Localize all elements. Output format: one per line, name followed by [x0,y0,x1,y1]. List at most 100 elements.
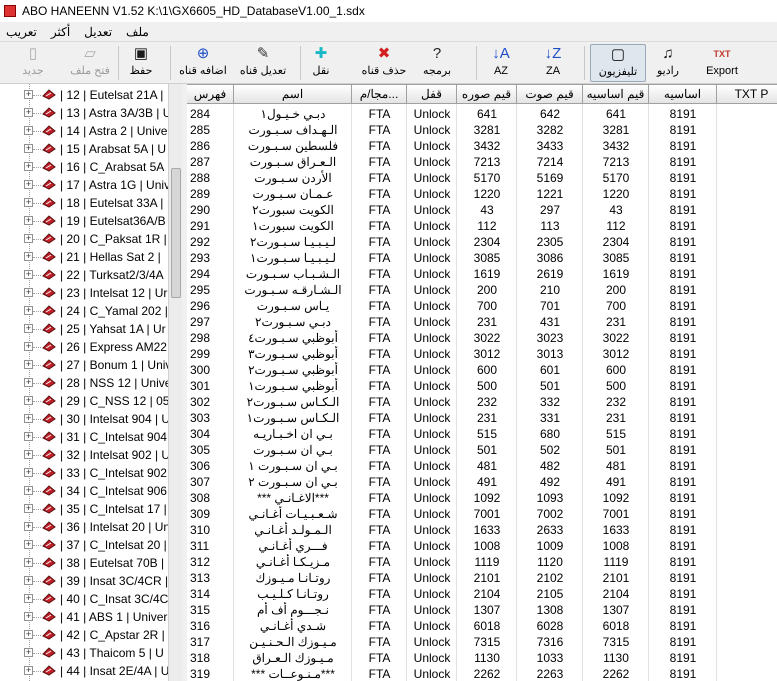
table-row[interactable]: 319 ***مـنـوعــات *** FTA Unlock 2262 2263 226… [187,666,777,681]
table-row[interactable]: 318 مـيـوزك الـعـراق FTA Unlock 1130 1033 1130… [187,650,777,666]
expand-plus-icon[interactable]: + [24,630,33,639]
expand-plus-icon[interactable]: + [24,126,33,135]
column-base[interactable]: اساسيه [649,84,717,104]
expand-plus-icon[interactable]: + [24,396,33,405]
column-pcr-pid[interactable]: قيم اساسيه [583,84,649,104]
expand-plus-icon[interactable]: + [24,450,33,459]
expand-plus-icon[interactable]: + [24,324,33,333]
table-row[interactable]: 292 لـيـبـيـا سـبـورت٢ FTA Unlock 2304 2305 23… [187,234,777,250]
expand-plus-icon[interactable]: + [24,666,33,675]
table-row[interactable]: 300 أبوظبي سـبـورت٢ FTA Unlock 600 601 600 8191 [187,362,777,378]
expand-plus-icon[interactable]: + [24,252,33,261]
edit-channel-button[interactable]: ✎ تعديل قناه [232,44,294,82]
tree-item-satellite[interactable]: + | 39 | Insat 3C/4CR | [0,572,168,590]
expand-plus-icon[interactable]: + [24,504,33,513]
expand-plus-icon[interactable]: + [24,522,33,531]
tree-item-satellite[interactable]: + | 29 | C_NSS 12 | 051 [0,392,176,410]
expand-plus-icon[interactable]: + [24,108,33,117]
tree-item-satellite[interactable]: + | 41 | ABS 1 | Univer [0,608,168,626]
expand-plus-icon[interactable]: + [24,576,33,585]
sort-az-button[interactable]: ↓A AZ [484,44,518,82]
table-row[interactable]: 316 شـدي أغـانـي FTA Unlock 6018 6028 6018 8191 [187,618,777,634]
tree-item-satellite[interactable]: + | 26 | Express AM22 [0,338,168,356]
table-row[interactable]: 305 بـي ان سـبـورت FTA Unlock 501 502 501 8191 [187,442,777,458]
expand-plus-icon[interactable]: + [24,558,33,567]
tree-item-satellite[interactable]: + | 28 | NSS 12 | Unive [0,374,171,392]
tree-item-satellite[interactable]: + | 17 | Astra 1G | Univ [0,176,170,194]
tree-item-satellite[interactable]: + | 30 | Intelsat 904 | U [0,410,170,428]
table-row[interactable]: 294 الـشـبـاب سـبـورت FTA Unlock 1619 2619 161… [187,266,777,282]
table-row[interactable]: 315 نـجـــوم أف أم FTA Unlock 1307 1308 1307 81… [187,602,777,618]
column-index[interactable]: فهرس [187,84,234,104]
table-row[interactable]: 296 يـاس سـبـورت FTA Unlock 700 701 700 8191 [187,298,777,314]
column-lock[interactable]: قفل [407,84,457,104]
tree-item-satellite[interactable]: + | 14 | Astra 2 | Univer [0,122,171,140]
tree-item-satellite[interactable]: + | 12 | Eutelsat 21A | [0,86,168,104]
tree-item-satellite[interactable]: + | 42 | C_Apstar 2R | [0,626,168,644]
expand-plus-icon[interactable]: + [24,414,33,423]
expand-plus-icon[interactable]: + [24,144,33,153]
new-button[interactable]: ▯ جديد [6,44,60,82]
table-row[interactable]: 288 الأردن سـبـورت FTA Unlock 5170 5169 5170 81… [187,170,777,186]
table-row[interactable]: 286 فلسطين سـبـورت FTA Unlock 3432 3433 3432 81… [187,138,777,154]
delete-channel-button[interactable]: ✖ حذف قناه [358,44,410,82]
table-row[interactable]: 289 عـمـان سـبـورت FTA Unlock 1220 1221 1220 81… [187,186,777,202]
tree-item-satellite[interactable]: + | 22 | Turksat2/3/4A [0,266,168,284]
expand-plus-icon[interactable]: + [24,468,33,477]
tree-item-satellite[interactable]: + | 35 | C_Intelsat 17 | [0,500,168,518]
table-row[interactable]: 304 بـي ان اخـبـاريـه FTA Unlock 515 680 515 81… [187,426,777,442]
tree-item-satellite[interactable]: + | 38 | Eutelsat 70B | [0,554,168,572]
expand-plus-icon[interactable]: + [24,234,33,243]
menu-item-localize[interactable]: تعريب [6,25,37,39]
tree-item-satellite[interactable]: + | 15 | Arabsat 5A | U [0,140,168,158]
column-name[interactable]: اسم [234,84,352,104]
expand-plus-icon[interactable]: + [24,594,33,603]
table-row[interactable]: 307 بـي ان سـبـورت ٢ FTA Unlock 491 492 491 819… [187,474,777,490]
expand-plus-icon[interactable]: + [24,180,33,189]
expand-plus-icon[interactable]: + [24,288,33,297]
tree-item-satellite[interactable]: + | 43 | Thaicom 5 | U [0,644,168,662]
tree-item-satellite[interactable]: + | 13 | Astra 3A/3B | U [0,104,171,122]
table-row[interactable]: 298 أبوظبي سـبـورت٤ FTA Unlock 3022 3023 3022 8… [187,330,777,346]
tree-item-satellite[interactable]: + | 24 | C_Yamal 202 | [0,302,168,320]
table-row[interactable]: 309 شـعـبـيـات أغـانـي FTA Unlock 7001 7002 70… [187,506,777,522]
table-row[interactable]: 290 الكويت سبورت٢ FTA Unlock 43 297 43 8191 [187,202,777,218]
add-channel-button[interactable]: ⊕ اضافه قناه [176,44,230,82]
expand-plus-icon[interactable]: + [24,486,33,495]
tree-item-satellite[interactable]: + | 16 | C_Arabsat 5A [0,158,168,176]
table-row[interactable]: 285 الـهـداف سـبـورت FTA Unlock 3281 3282 3281… [187,122,777,138]
tree-item-satellite[interactable]: + | 27 | Bonum 1 | Univ [0,356,171,374]
tree-item-satellite[interactable]: + | 34 | C_Intelsat 906 [0,482,168,500]
expand-plus-icon[interactable]: + [24,378,33,387]
table-row[interactable]: 302 الـكـاس سـبـورت٢ FTA Unlock 232 332 232 819… [187,394,777,410]
table-row[interactable]: 297 دبـي سـبـورت٢ FTA Unlock 231 431 231 8191 [187,314,777,330]
expand-plus-icon[interactable]: + [24,270,33,279]
export-button[interactable]: TXT Export [700,44,744,82]
tree-item-satellite[interactable]: + | 19 | Eutelsat36A/B [0,212,168,230]
tree-item-satellite[interactable]: + | 37 | C_Intelsat 20 | C [0,536,179,554]
column-txt-p[interactable]: TXT P [717,84,777,104]
expand-plus-icon[interactable]: + [24,306,33,315]
table-row[interactable]: 299 أبوظبي سـبـورت٣ FTA Unlock 3012 3013 3012 8… [187,346,777,362]
tree-item-satellite[interactable]: + | 44 | Insat 2E/4A | U [0,662,169,680]
expand-plus-icon[interactable]: + [24,540,33,549]
column-free-scrambled[interactable]: مجا/م... [352,84,407,104]
table-row[interactable]: 284 دبـي خـيـول١ FTA Unlock 641 642 641 8191 [187,106,777,122]
tree-item-satellite[interactable]: + | 25 | Yahsat 1A | Ur [0,320,168,338]
expand-plus-icon[interactable]: + [24,162,33,171]
radio-button[interactable]: ♫ راديو [648,44,688,82]
tree-item-satellite[interactable]: + | 20 | C_Paksat 1R | [0,230,168,248]
table-row[interactable]: 310 الـمـولـد أغـانـي FTA Unlock 1633 2633 163… [187,522,777,538]
expand-plus-icon[interactable]: + [24,360,33,369]
table-row[interactable]: 308 ***الاغـانـي *** FTA Unlock 1092 1093 1092… [187,490,777,506]
table-row[interactable]: 295 الـشـارقـه سـبـورت FTA Unlock 200 210 200 8… [187,282,777,298]
column-video-pid[interactable]: قيم صوره [457,84,517,104]
menu-item-edit[interactable]: تعديل [84,25,112,39]
table-row[interactable]: 306 بـي ان سـبـورت ١ FTA Unlock 481 482 481 819… [187,458,777,474]
table-row[interactable]: 314 روتـانـا كـلـيـب FTA Unlock 2104 2105 2104… [187,586,777,602]
save-button[interactable]: ▣ حفظ [124,44,158,82]
tree-item-satellite[interactable]: + | 36 | Intelsat 20 | Un [0,518,170,536]
tree-item-satellite[interactable]: + | 21 | Hellas Sat 2 | [0,248,168,266]
table-row[interactable]: 311 فـــري أغـانـي FTA Unlock 1008 1009 1008 81… [187,538,777,554]
menu-item-file[interactable]: ملف [126,25,149,39]
